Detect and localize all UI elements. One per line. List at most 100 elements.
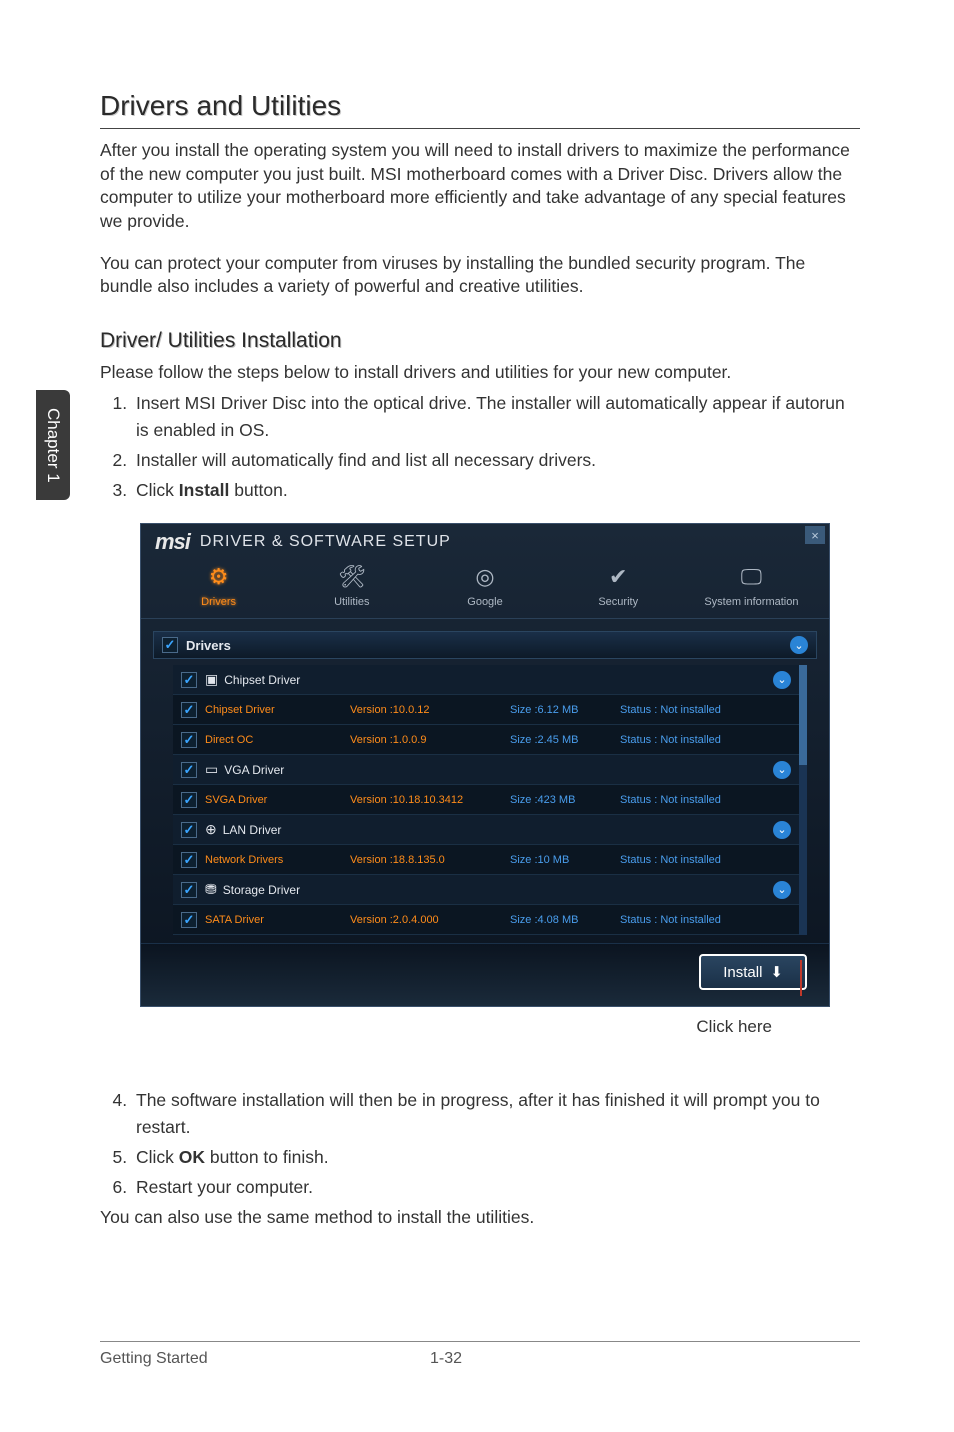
tab-utilities[interactable]: 🛠 Utilities xyxy=(286,554,417,618)
tab-google-label: Google xyxy=(467,596,502,608)
item-sata-driver[interactable]: ✓ SATA Driver Version :2.0.4.000 Size :4… xyxy=(173,905,799,935)
item-svga-driver[interactable]: ✓ SVGA Driver Version :10.18.10.3412 Siz… xyxy=(173,785,799,815)
chrome-icon: ◎ xyxy=(470,562,500,592)
scrollbar-thumb[interactable] xyxy=(799,665,807,765)
item-size: Size :423 MB xyxy=(510,794,620,806)
installer-tabs: ⚙ Drivers 🛠 Utilities ◎ Google ✔ Securit… xyxy=(141,554,829,619)
item-size: Size :10 MB xyxy=(510,854,620,866)
intro-paragraph-1: After you install the operating system y… xyxy=(100,139,860,234)
item-name: SVGA Driver xyxy=(205,794,267,806)
group-checkbox[interactable]: ✓ xyxy=(181,822,197,838)
tab-drivers[interactable]: ⚙ Drivers xyxy=(153,554,284,618)
group-label: LAN Driver xyxy=(223,823,773,837)
chevron-down-icon[interactable]: ⌄ xyxy=(790,636,808,654)
steps-list-top: Insert MSI Driver Disc into the optical … xyxy=(100,390,860,503)
group-vga[interactable]: ✓ ▭ VGA Driver ⌄ xyxy=(173,755,799,785)
item-size: Size :4.08 MB xyxy=(510,914,620,926)
item-status: Status : Not installed xyxy=(620,794,791,806)
item-name: Chipset Driver xyxy=(205,704,275,716)
item-name: Network Drivers xyxy=(205,854,283,866)
item-name: Direct OC xyxy=(205,734,253,746)
close-button[interactable]: × xyxy=(805,526,825,544)
chevron-down-icon[interactable]: ⌄ xyxy=(773,821,791,839)
installer-footer: Install ⬇ xyxy=(141,943,829,1006)
callout-line xyxy=(800,960,802,996)
monitor-icon: 🖵 xyxy=(736,562,766,592)
tools-icon: 🛠 xyxy=(337,562,367,592)
step-1: Insert MSI Driver Disc into the optical … xyxy=(132,390,860,443)
driver-list: ✓ ▣ Chipset Driver ⌄ ✓ Chipset Driver Ve… xyxy=(173,665,807,935)
group-chipset[interactable]: ✓ ▣ Chipset Driver ⌄ xyxy=(173,665,799,695)
group-label: Chipset Driver xyxy=(224,673,773,687)
group-label: Storage Driver xyxy=(223,883,773,897)
section-heading: Driver/ Utilities Installation xyxy=(100,329,860,353)
install-button[interactable]: Install ⬇ xyxy=(699,954,807,990)
item-checkbox[interactable]: ✓ xyxy=(181,732,197,748)
item-size: Size :2.45 MB xyxy=(510,734,620,746)
item-direct-oc[interactable]: ✓ Direct OC Version :1.0.0.9 Size :2.45 … xyxy=(173,725,799,755)
tab-utilities-label: Utilities xyxy=(334,596,369,608)
tab-google[interactable]: ◎ Google xyxy=(419,554,550,618)
drive-icon: ⛃ xyxy=(205,881,217,898)
footer-rule xyxy=(100,1341,860,1342)
chipset-icon: ▣ xyxy=(205,671,218,688)
shield-icon: ✔ xyxy=(603,562,633,592)
installer-header: msi DRIVER & SOFTWARE SETUP xyxy=(141,524,829,554)
item-chipset-driver[interactable]: ✓ Chipset Driver Version :10.0.12 Size :… xyxy=(173,695,799,725)
drivers-section-header[interactable]: ✓ Drivers ⌄ xyxy=(153,631,817,659)
item-version: Version :10.0.12 xyxy=(350,704,510,716)
item-status: Status : Not installed xyxy=(620,854,791,866)
steps-list-bottom: The software installation will then be i… xyxy=(100,1087,860,1200)
item-status: Status : Not installed xyxy=(620,734,791,746)
title-rule xyxy=(100,128,860,129)
chevron-down-icon[interactable]: ⌄ xyxy=(773,881,791,899)
globe-icon: ⊕ xyxy=(205,821,217,838)
installer-figure: × msi DRIVER & SOFTWARE SETUP ⚙ Drivers … xyxy=(140,523,830,1037)
group-storage[interactable]: ✓ ⛃ Storage Driver ⌄ xyxy=(173,875,799,905)
section-checkbox[interactable]: ✓ xyxy=(162,637,178,653)
closing-note: You can also use the same method to inst… xyxy=(100,1206,860,1230)
step-2: Installer will automatically find and li… xyxy=(132,447,860,473)
item-status: Status : Not installed xyxy=(620,704,791,716)
item-size: Size :6.12 MB xyxy=(510,704,620,716)
section-lead: Please follow the steps below to install… xyxy=(100,361,860,385)
chapter-side-tab: Chapter 1 xyxy=(36,390,70,500)
chevron-down-icon[interactable]: ⌄ xyxy=(773,761,791,779)
installer-window: × msi DRIVER & SOFTWARE SETUP ⚙ Drivers … xyxy=(140,523,830,1007)
item-version: Version :1.0.0.9 xyxy=(350,734,510,746)
tab-drivers-label: Drivers xyxy=(201,596,236,608)
item-status: Status : Not installed xyxy=(620,914,791,926)
tab-sysinfo[interactable]: 🖵 System information xyxy=(686,554,817,618)
item-checkbox[interactable]: ✓ xyxy=(181,702,197,718)
chapter-label: Chapter 1 xyxy=(43,408,63,483)
step-3: Click Install button. xyxy=(132,477,860,503)
manual-page: Chapter 1 Drivers and Utilities After yo… xyxy=(0,0,954,1432)
page-content: Drivers and Utilities After you install … xyxy=(100,90,860,1248)
group-checkbox[interactable]: ✓ xyxy=(181,882,197,898)
install-button-label: Install xyxy=(723,964,762,981)
section-title: Drivers xyxy=(186,638,790,653)
item-checkbox[interactable]: ✓ xyxy=(181,912,197,928)
msi-logo: msi xyxy=(155,529,190,555)
step-6: Restart your computer. xyxy=(132,1174,860,1200)
footer-section: Getting Started xyxy=(100,1350,430,1368)
group-label: VGA Driver xyxy=(224,763,773,777)
item-network-drivers[interactable]: ✓ Network Drivers Version :18.8.135.0 Si… xyxy=(173,845,799,875)
callout-text: Click here xyxy=(140,1017,830,1037)
item-version: Version :18.8.135.0 xyxy=(350,854,510,866)
step-4: The software installation will then be i… xyxy=(132,1087,860,1140)
gpu-icon: ▭ xyxy=(205,761,218,778)
download-icon: ⬇ xyxy=(770,963,783,981)
page-title: Drivers and Utilities xyxy=(100,90,860,122)
group-lan[interactable]: ✓ ⊕ LAN Driver ⌄ xyxy=(173,815,799,845)
group-checkbox[interactable]: ✓ xyxy=(181,672,197,688)
item-checkbox[interactable]: ✓ xyxy=(181,792,197,808)
tab-security[interactable]: ✔ Security xyxy=(553,554,684,618)
item-checkbox[interactable]: ✓ xyxy=(181,852,197,868)
gear-icon: ⚙ xyxy=(204,562,234,592)
item-version: Version :10.18.10.3412 xyxy=(350,794,510,806)
tab-security-label: Security xyxy=(598,596,638,608)
group-checkbox[interactable]: ✓ xyxy=(181,762,197,778)
step-5: Click OK button to finish. xyxy=(132,1144,860,1170)
chevron-down-icon[interactable]: ⌄ xyxy=(773,671,791,689)
